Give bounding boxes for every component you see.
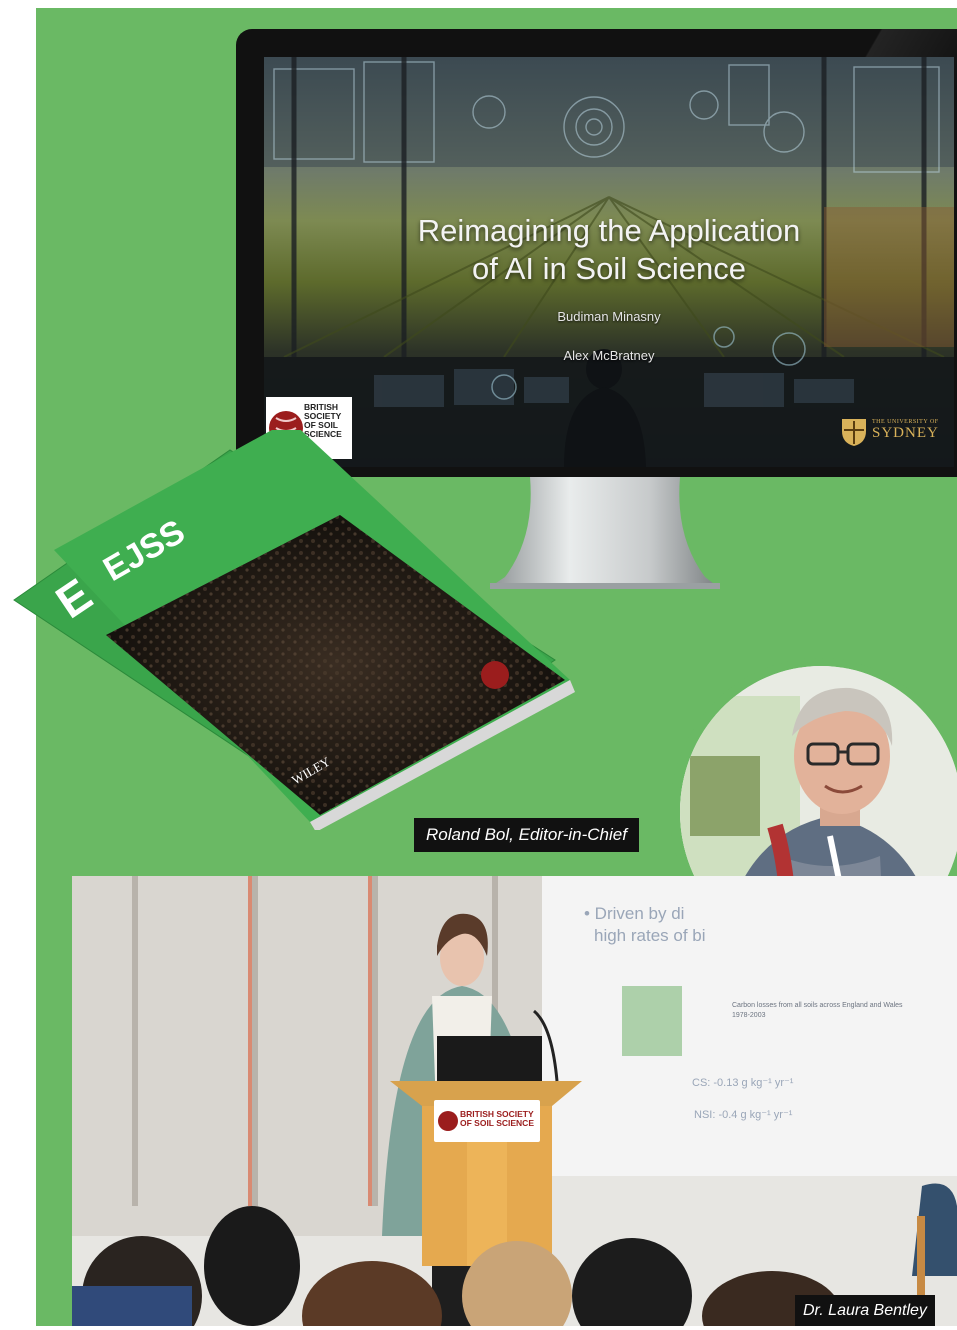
- projection-nsi-rate: NSI: -0.4 g kg⁻¹ yr⁻¹: [694, 1109, 793, 1121]
- podium-logo-line-2: OF SOIL SCIENCE: [460, 1118, 534, 1128]
- university-of-sydney-logo: THE UNIVERSITY OF SYDNEY: [840, 415, 948, 449]
- crest-icon: [842, 419, 866, 446]
- usyd-big-text: SYDNEY: [872, 425, 939, 441]
- monitor: Reimagining the Application of AI in Soi…: [236, 29, 957, 477]
- projection-bullet-line-2: high rates of bi: [594, 926, 706, 945]
- slide-author-1: Budiman Minasny: [557, 309, 661, 324]
- page: Reimagining the Application of AI in Soi…: [0, 0, 957, 1330]
- bss-mini-logo: [481, 661, 509, 689]
- projection-cs-rate: CS: -0.13 g kg⁻¹ yr⁻¹: [692, 1077, 794, 1089]
- portrait-caption: Roland Bol, Editor-in-Chief: [414, 818, 639, 852]
- podium-bss-logo: BRITISH SOCIETY OF SOIL SCIENCE: [434, 1100, 540, 1142]
- slide-title-line-1: Reimagining the Application: [417, 213, 801, 248]
- slide-title: Reimagining the Application of AI in Soi…: [324, 212, 894, 288]
- speaker-caption: Dr. Laura Bentley: [795, 1295, 935, 1326]
- presentation-slide: Reimagining the Application of AI in Soi…: [264, 57, 954, 467]
- ejss-journal-magazines: E EJSS WILEY: [13, 430, 575, 830]
- podium-soil-icon: [438, 1111, 458, 1131]
- projection-bullet-line-1: • Driven by di: [584, 904, 685, 923]
- projection-figure-title: Carbon losses from all soils across Engl…: [732, 1002, 903, 1009]
- projection-figure-years: 1978-2003: [732, 1012, 766, 1019]
- slide-title-line-2: of AI in Soil Science: [472, 251, 746, 286]
- slide-author-2: Alex McBratney: [563, 348, 655, 363]
